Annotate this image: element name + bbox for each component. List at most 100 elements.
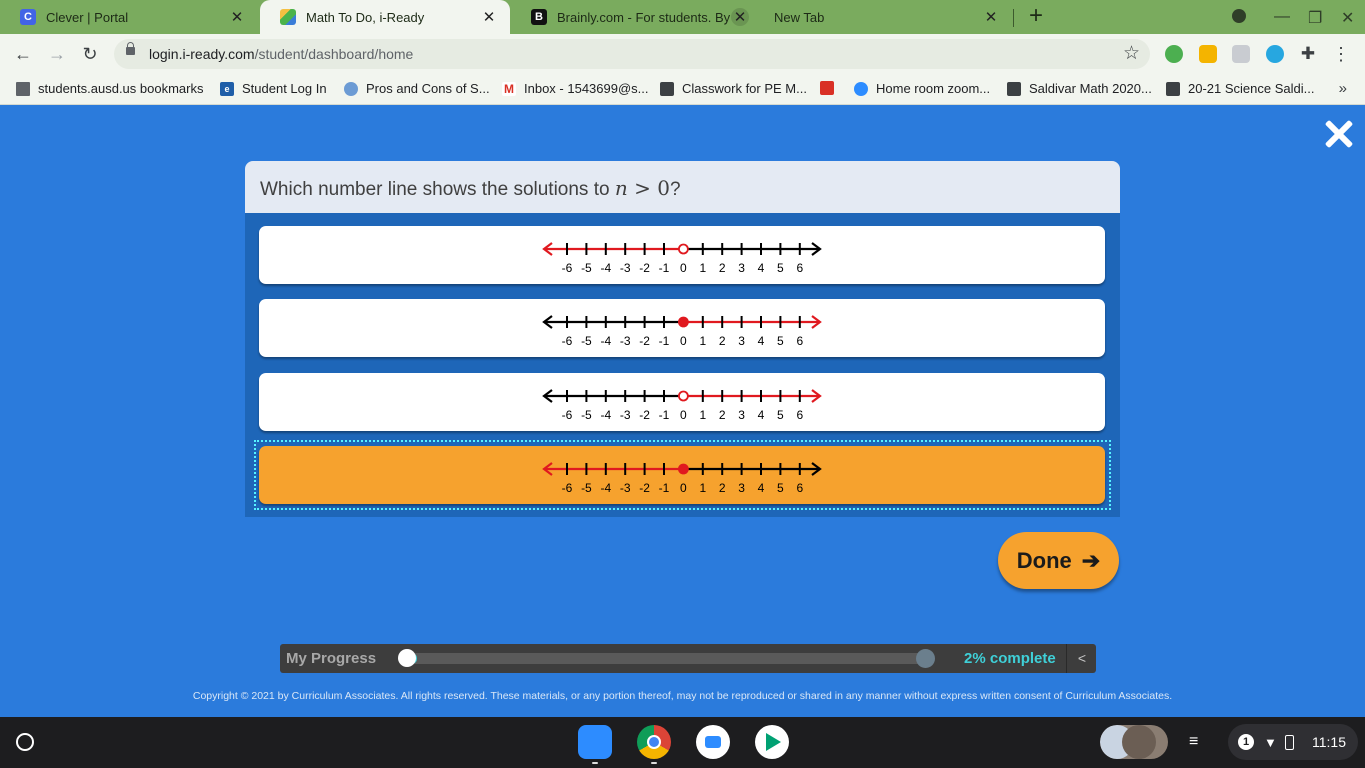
tick-label: -3 [620,334,631,348]
tick-label: -4 [600,481,611,495]
tick-label: 6 [796,408,803,422]
tick-label: 3 [738,408,745,422]
reload-icon[interactable]: ↻ [78,42,102,66]
clock: 11:15 [1312,734,1346,750]
tick-label: 5 [777,261,784,275]
extension-cast-icon[interactable] [1232,45,1250,63]
tick-label: 2 [719,261,726,275]
bookmark-star-icon[interactable]: ☆ [1123,42,1140,65]
closed-point [677,316,689,328]
address-bar[interactable]: login.i-ready.com/student/dashboard/home… [114,39,1150,69]
tick-label: -5 [581,334,592,348]
tick-label: -2 [639,334,650,348]
answer-choice-b[interactable]: -6 -5 -4 -3 -2 -1 0 1 2 3 4 5 6 [259,299,1105,357]
forward-icon[interactable]: → [45,42,69,66]
battery-icon [1284,734,1294,750]
close-lesson-icon[interactable] [1322,117,1356,151]
extension-classroom-icon[interactable] [1199,45,1217,63]
number-line-b: -6 -5 -4 -3 -2 -1 0 1 2 3 4 5 6 [539,309,829,353]
tick-label: 4 [758,334,765,348]
close-icon[interactable]: ✕ [228,8,246,26]
wifi-icon: ▼ [1264,734,1277,750]
classroom-icon [1166,81,1180,96]
bookmark-item[interactable]: M Inbox - 1543699@s... [502,81,649,96]
tick-label: 2 [719,481,726,495]
bookmarks-overflow-icon[interactable]: » [1339,80,1347,97]
close-window-icon[interactable]: ✕ [1341,8,1354,28]
holding-space-thumbnails[interactable] [1100,725,1168,759]
lock-icon [126,42,135,55]
bookmark-item[interactable] [820,81,842,95]
tab-title: Math To Do, i-Ready [306,9,425,25]
bookmark-item[interactable]: 20-21 Science Saldi... [1166,81,1314,96]
number-line-svg: -6 -5 -4 -3 -2 -1 0 1 2 3 4 5 6 [542,462,822,495]
extension-globe-icon[interactable] [1266,45,1284,63]
new-tab-button[interactable]: + [1024,4,1048,29]
running-indicator [651,762,657,764]
tab-title: Clever | Portal [46,9,129,25]
classroom-icon [1007,81,1021,96]
chrome-app-icon[interactable] [637,725,671,759]
answer-choice-a[interactable]: -6 -5 -4 -3 -2 -1 0 1 2 3 4 5 6 [259,226,1105,284]
tab-iready[interactable]: Math To Do, i-Ready ✕ [260,0,510,34]
browser-toolbar: ← → ↻ login.i-ready.com/student/dashboar… [0,34,1365,74]
bookmark-item[interactable]: e Student Log In [220,81,327,96]
zoom-app-icon[interactable] [578,725,612,759]
number-line-svg: -6 -5 -4 -3 -2 -1 0 1 2 3 4 5 6 [542,242,822,275]
play-store-icon[interactable] [755,725,789,759]
iready-lesson-page: Which number line shows the solutions to… [0,105,1365,717]
restore-icon[interactable]: ❐ [1308,8,1322,28]
bookmark-item[interactable]: Pros and Cons of S... [344,81,490,96]
minimize-icon[interactable]: — [1274,8,1290,26]
tab-separator [1013,9,1014,27]
menu-kebab-icon[interactable]: ⋮ [1329,42,1353,66]
done-button[interactable]: Done ➔ [998,532,1119,589]
tab-brainly[interactable]: B Brainly.com - For students. By stu ✕ [511,0,761,34]
tab-search-icon[interactable] [1232,9,1246,23]
progress-start-knob [398,649,416,667]
answer-choice-c[interactable]: -6 -5 -4 -3 -2 -1 0 1 2 3 4 5 6 [259,373,1105,431]
answer-choice-d[interactable]: -6 -5 -4 -3 -2 -1 0 1 2 3 4 5 6 [259,446,1105,504]
clever-icon: C [20,9,36,25]
tick-label: 6 [796,261,803,275]
progress-percent: 2% complete [964,650,1056,667]
close-icon[interactable]: ✕ [731,8,749,26]
close-icon[interactable]: ✕ [480,8,498,26]
tick-label: 4 [758,481,765,495]
tick-label: 4 [758,261,765,275]
tick-label: -2 [639,261,650,275]
media-controls-icon[interactable]: ≡ [1189,733,1198,751]
close-icon[interactable]: ✕ [982,8,1000,26]
tick-label: 1 [699,481,706,495]
extensions-puzzle-icon[interactable]: ✚ [1296,42,1320,66]
progress-end-knob [916,649,935,668]
bookmark-item[interactable]: Saldivar Math 2020... [1007,81,1152,96]
tick-label: -3 [620,481,631,495]
tick-label: 3 [738,261,745,275]
bookmark-item[interactable]: Classwork for PE M... [660,81,807,96]
tab-clever[interactable]: C Clever | Portal ✕ [0,0,258,34]
collapse-progress-button[interactable]: < [1066,644,1097,673]
question-text: Which number line shows the solutions to… [260,176,681,200]
url-text: login.i-ready.com/student/dashboard/home [149,46,414,62]
e-icon: e [220,81,234,96]
extension-plus-icon[interactable] [1165,45,1183,63]
tick-label: -2 [639,481,650,495]
tick-label: -5 [581,481,592,495]
tick-label: 3 [738,334,745,348]
bookmark-item[interactable]: Home room zoom... [854,81,990,96]
tick-label: 3 [738,481,745,495]
back-icon[interactable]: ← [11,42,35,66]
tick-label: 5 [777,334,784,348]
bookmark-item[interactable]: students.ausd.us bookmarks [16,81,203,96]
folder-icon [16,81,30,96]
tab-new-tab[interactable]: New Tab ✕ [762,0,1012,34]
status-area[interactable]: 1 ▼ 11:15 [1228,724,1358,760]
tick-label: -4 [600,408,611,422]
arrow-right-icon: ➔ [1081,547,1101,573]
classroom-icon [660,81,674,96]
launcher-icon[interactable] [16,733,34,751]
gmail-icon: M [502,81,516,96]
meet-app-icon[interactable] [696,725,730,759]
running-indicator [592,762,598,764]
